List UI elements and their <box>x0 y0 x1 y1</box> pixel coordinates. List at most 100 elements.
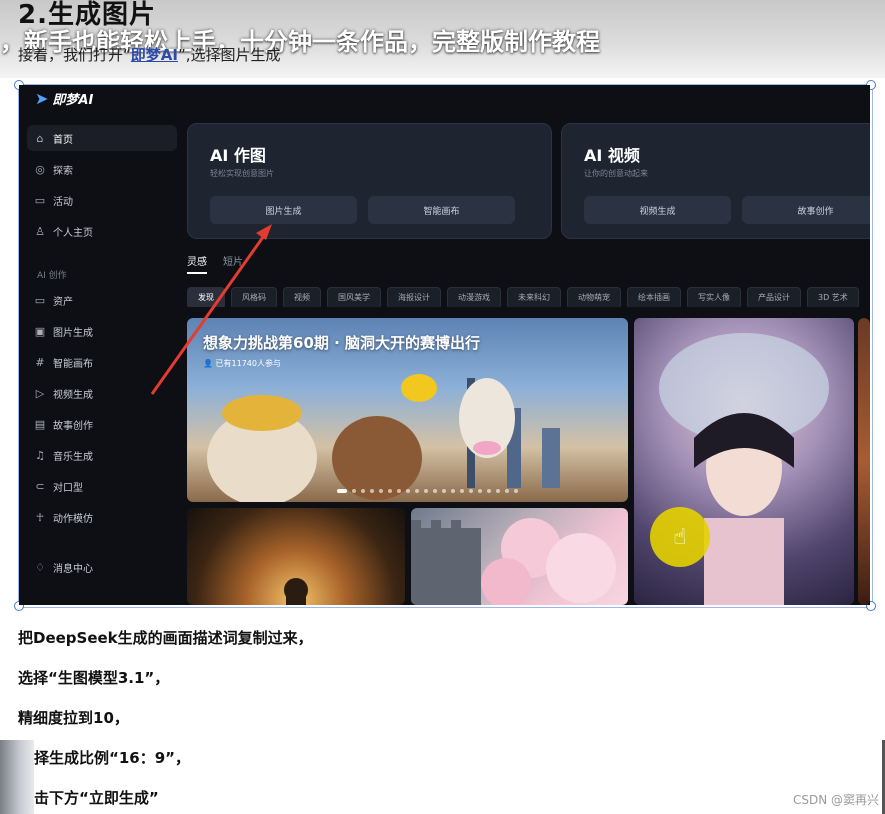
sidebar-item-messages[interactable]: ♢ 消息中心 <box>27 554 177 580</box>
card-subtitle: 让你的创意动起来 <box>584 169 648 178</box>
sidebar-item-label: 对口型 <box>53 482 83 494</box>
chip-picture-book[interactable]: 绘本插画 <box>627 287 681 307</box>
carousel-dot[interactable] <box>442 489 446 493</box>
carousel-dot[interactable] <box>361 489 365 493</box>
intro-text-after: ”,选择图片生成 <box>177 46 281 64</box>
sidebar-item-lipsync[interactable]: ⊂ 对口型 <box>27 473 177 499</box>
sidebar-item-label: 视频生成 <box>53 389 93 401</box>
tab-shorts[interactable]: 短片 <box>223 253 243 274</box>
sidebar-item-music[interactable]: ♫ 音乐生成 <box>27 442 177 468</box>
sidebar-item-label: 消息中心 <box>53 563 93 575</box>
sidebar: ⌂ 首页 ◎ 探索 ▭ 活动 ♙ 个人主页 AI 创作 ▭ 资产 ▣ 图片生成 … <box>19 115 177 605</box>
gallery-sunset-image[interactable] <box>187 508 405 605</box>
chip-style-code[interactable]: 风格码 <box>231 287 277 307</box>
compass-icon: ◎ <box>35 162 45 176</box>
chip-poster[interactable]: 海报设计 <box>387 287 441 307</box>
canvas-icon: # <box>35 355 45 369</box>
chip-guofeng[interactable]: 国风美学 <box>327 287 381 307</box>
sidebar-item-video-generate[interactable]: ▷ 视频生成 <box>27 380 177 406</box>
carousel-dot[interactable] <box>379 489 383 493</box>
carousel-dot[interactable] <box>352 489 356 493</box>
bell-icon: ♢ <box>35 560 45 574</box>
music-icon: ♫ <box>35 448 45 462</box>
carousel-dot[interactable] <box>433 489 437 493</box>
carousel-dot[interactable] <box>451 489 455 493</box>
user-icon: ♙ <box>35 224 45 238</box>
smart-canvas-button[interactable]: 智能画布 <box>368 196 515 224</box>
ai-video-card: AI 视频 让你的创意动起来 视频生成 故事创作 <box>561 123 870 239</box>
carousel-dot[interactable] <box>460 489 464 493</box>
chip-pets[interactable]: 动物萌宠 <box>567 287 621 307</box>
sidebar-item-smart-canvas[interactable]: # 智能画布 <box>27 349 177 375</box>
ai-image-card: AI 作图 轻松实现创意图片 图片生成 智能画布 <box>187 123 552 239</box>
chip-anime[interactable]: 动漫游戏 <box>447 287 501 307</box>
sidebar-item-assets[interactable]: ▭ 资产 <box>27 287 177 313</box>
sidebar-item-label: 智能画布 <box>53 358 93 370</box>
category-chips: 发现 风格码 视频 国风美学 海报设计 动漫游戏 未来科幻 动物萌宠 绘本插画 写实人像 产品设计 3… <box>187 285 870 307</box>
sidebar-item-label: 活动 <box>53 196 73 208</box>
sidebar-item-events[interactable]: ▭ 活动 <box>27 187 177 213</box>
sidebar-item-label: 故事创作 <box>53 420 93 432</box>
carousel-dot[interactable] <box>388 489 392 493</box>
sunset-illustration <box>284 578 308 605</box>
content-tabs: 灵感 短片 <box>187 253 243 274</box>
intro-text-before: 接着，我们打开“ <box>18 46 131 64</box>
step-4: 择生成比例“16：9”， <box>34 749 191 767</box>
carousel-dot[interactable] <box>496 489 500 493</box>
hero-participants: 👤 已有11740人参与 <box>203 358 281 369</box>
carousel-dot[interactable] <box>424 489 428 493</box>
video-icon: ▷ <box>35 386 45 400</box>
gallery-blossom-image[interactable] <box>411 508 628 605</box>
sidebar-item-image-generate[interactable]: ▣ 图片生成 <box>27 318 177 344</box>
gallery-partial-image[interactable] <box>858 318 870 605</box>
sidebar-item-label: 首页 <box>53 134 73 146</box>
carousel-dot[interactable] <box>514 489 518 493</box>
carousel-dot[interactable] <box>487 489 491 493</box>
chip-portrait[interactable]: 写实人像 <box>687 287 741 307</box>
lipsync-icon: ⊂ <box>35 479 45 493</box>
carousel-dot-active[interactable] <box>337 489 347 493</box>
carousel-dot[interactable] <box>505 489 509 493</box>
sidebar-item-label: 资产 <box>53 296 73 308</box>
hero-participants-text: 已有11740人参与 <box>215 359 281 368</box>
tab-inspiration[interactable]: 灵感 <box>187 253 207 274</box>
step-3: 精细度拉到10， <box>18 709 129 727</box>
sidebar-item-profile[interactable]: ♙ 个人主页 <box>27 218 177 244</box>
sidebar-item-explore[interactable]: ◎ 探索 <box>27 156 177 182</box>
calendar-icon: ▭ <box>34 193 46 207</box>
video-frame-edge-left <box>0 740 34 814</box>
carousel-dot[interactable] <box>406 489 410 493</box>
carousel-dot[interactable] <box>370 489 374 493</box>
step-2: 选择“生图模型3.1”， <box>18 669 170 687</box>
step-5: 击下方“立即生成” <box>34 789 159 807</box>
carousel-dots[interactable] <box>337 489 518 493</box>
chip-discover[interactable]: 发现 <box>187 287 225 307</box>
app-logo[interactable]: ➤ 即梦AI <box>35 89 93 108</box>
chip-scifi[interactable]: 未来科幻 <box>507 287 561 307</box>
sidebar-item-motion[interactable]: ☥ 动作模仿 <box>27 504 177 530</box>
logo-icon: ➤ <box>35 88 49 108</box>
carousel-dot[interactable] <box>469 489 473 493</box>
carousel-dot[interactable] <box>397 489 401 493</box>
image-generate-button[interactable]: 图片生成 <box>210 196 357 224</box>
story-create-button[interactable]: 故事创作 <box>742 196 870 224</box>
sidebar-item-label: 图片生成 <box>53 327 93 339</box>
cursor-highlight: ☝ <box>650 507 710 567</box>
sidebar-item-story[interactable]: ▤ 故事创作 <box>27 411 177 437</box>
hand-cursor-icon: ☝ <box>673 524 687 550</box>
card-subtitle: 轻松实现创意图片 <box>210 169 274 178</box>
carousel-dot[interactable] <box>478 489 482 493</box>
chip-product[interactable]: 产品设计 <box>747 287 801 307</box>
chip-video[interactable]: 视频 <box>283 287 321 307</box>
jimeng-app-screenshot: ➤ 即梦AI ⌂ 首页 ◎ 探索 ▭ 活动 ♙ 个人主页 AI 创作 ▭ 资产 … <box>19 85 870 605</box>
carousel-dot[interactable] <box>415 489 419 493</box>
video-generate-button[interactable]: 视频生成 <box>584 196 731 224</box>
jimeng-ai-link[interactable]: 即梦AI <box>131 46 178 64</box>
hero-challenge-banner[interactable]: 想象力挑战第60期 · 脑洞大开的赛博出行 👤 已有11740人参与 <box>187 318 628 502</box>
chip-3d-art[interactable]: 3D 艺术 <box>807 287 859 307</box>
sidebar-item-home[interactable]: ⌂ 首页 <box>27 125 177 151</box>
card-title: AI 作图 <box>210 146 266 165</box>
intro-paragraph: 接着，我们打开“即梦AI”,选择图片生成 <box>18 44 281 65</box>
blossom-illustration <box>411 518 616 605</box>
person-icon: 👤 <box>203 359 216 368</box>
